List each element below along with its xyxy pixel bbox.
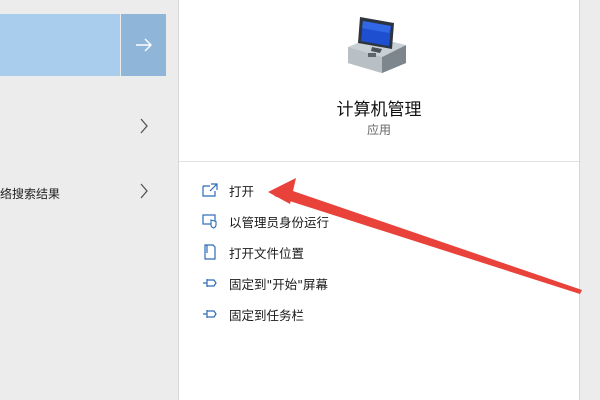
file-location-icon <box>201 243 219 261</box>
arrow-right-icon <box>135 38 152 52</box>
app-detail-pane: 计算机管理 应用 打开 以管理员身份运行 打开文件位置 固定到"开始"屏幕 固定… <box>178 0 579 400</box>
action-label: 打开 <box>229 183 255 199</box>
chevron-right-icon[interactable] <box>135 117 153 135</box>
action-open[interactable]: 打开 <box>179 175 579 205</box>
window-edge <box>579 0 600 400</box>
pin-icon <box>201 274 219 292</box>
search-results-pane: 络搜索结果 <box>0 0 178 400</box>
action-open-file-location[interactable]: 打开文件位置 <box>179 237 579 267</box>
run-as-admin-icon <box>201 212 219 230</box>
action-label: 打开文件位置 <box>229 245 305 261</box>
app-title: 计算机管理 <box>336 100 422 120</box>
action-label: 固定到"开始"屏幕 <box>229 276 328 292</box>
action-run-as-admin[interactable]: 以管理员身份运行 <box>179 206 579 236</box>
action-label: 以管理员身份运行 <box>229 214 330 230</box>
open-icon <box>201 181 219 199</box>
computer-management-icon <box>342 13 412 75</box>
web-search-result-label[interactable]: 络搜索结果 <box>0 185 60 202</box>
best-match-result[interactable] <box>0 14 120 76</box>
action-pin-to-start[interactable]: 固定到"开始"屏幕 <box>179 268 579 298</box>
pin-icon <box>201 305 219 323</box>
divider <box>179 161 579 162</box>
chevron-right-icon[interactable] <box>135 182 153 200</box>
expand-arrow-button[interactable] <box>121 14 166 76</box>
app-type-label: 应用 <box>366 123 391 137</box>
action-label: 固定到任务栏 <box>229 307 305 323</box>
action-pin-to-taskbar[interactable]: 固定到任务栏 <box>179 299 579 329</box>
